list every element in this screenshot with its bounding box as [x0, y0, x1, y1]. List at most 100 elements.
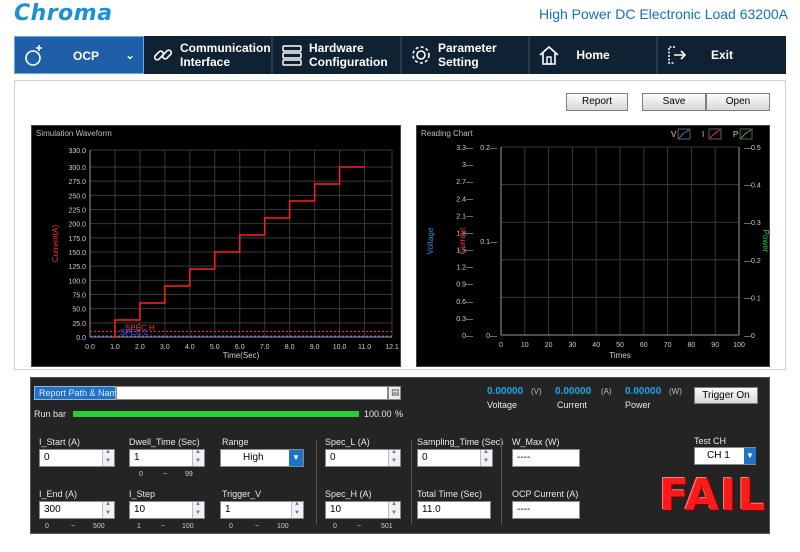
reading-chart: Reading Chart 0 10 20 30 40 50 60 70 80 90 100 —0.5…	[416, 125, 770, 367]
power-tick-label: —0.2	[744, 258, 761, 265]
x-tick-label: 30	[569, 342, 577, 349]
x-tick-label: 60	[640, 342, 648, 349]
nav-hardware-configuration[interactable]: Hardware Configuration	[273, 36, 402, 74]
range-tilde: ~	[71, 523, 76, 530]
i-step-max: 100	[182, 523, 194, 530]
voltage-tick-label: 1.2—	[456, 265, 473, 272]
y-tick-label: 50.0	[72, 307, 86, 314]
y-tick-label: 250.0	[68, 193, 86, 200]
current-tick-label: 0.2—	[480, 145, 497, 152]
range-tilde: ~	[357, 523, 362, 530]
folder-icon: ▤	[391, 387, 400, 397]
folder-browse-button[interactable]: ▤	[388, 386, 401, 400]
dwell-time-min: 0	[139, 471, 143, 478]
result-fail-indicator: FAIL	[659, 470, 767, 521]
spec-l-spinner[interactable]	[388, 449, 400, 466]
power-tick-label: —0.4	[744, 183, 761, 190]
spec-l-label: Spec_L (A)	[325, 437, 370, 447]
x-tick-label: 50	[616, 342, 624, 349]
i-end-max: 500	[93, 523, 105, 530]
total-time-value: 11.0	[417, 501, 491, 519]
y-tick-label: 75.0	[72, 293, 86, 300]
x-tick-label: 11.0	[358, 344, 371, 351]
legend-label: V	[671, 130, 677, 139]
dwell-time-max: 99	[185, 471, 193, 478]
run-bar-unit: %	[395, 409, 404, 419]
run-bar-value: 100.00	[364, 409, 392, 419]
range-tilde: ~	[161, 523, 166, 530]
power-tick-label: —0.3	[744, 220, 761, 227]
sampling-time-label: Sampling_Time (Sec)	[417, 437, 504, 447]
x-tick-label: 80	[688, 342, 696, 349]
y-tick-label: 200.0	[68, 222, 86, 229]
spec-h-max: 501	[381, 523, 393, 530]
voltage-tick-label: 2.7—	[456, 179, 473, 186]
legend-line	[709, 129, 721, 139]
voltage-tick-label: 3.3—	[456, 145, 473, 152]
ocp-current-label: OCP Current (A)	[512, 489, 579, 499]
trigger-v-max: 100	[277, 523, 289, 530]
nav-communication-interface[interactable]: Communication Interface	[144, 36, 273, 74]
link-icon	[153, 49, 173, 61]
y-tick-label: 275.0	[68, 179, 86, 186]
x-tick-label: 40	[592, 342, 600, 349]
sampling-time-spinner[interactable]	[480, 449, 492, 466]
trigger-on-button[interactable]: Trigger On	[694, 387, 758, 404]
x-tick-label: 8.0	[285, 344, 295, 351]
i-step-spinner[interactable]	[192, 501, 204, 518]
x-tick-label: 12.1	[385, 344, 399, 351]
spec-h-min: 0	[333, 523, 337, 530]
open-button[interactable]: Open	[706, 93, 770, 111]
nav-parameter-setting[interactable]: Parameter Setting	[402, 36, 530, 74]
voltage-tick-label: 2.1—	[456, 213, 473, 220]
y-tick-label: 25.0	[72, 321, 86, 328]
x-tick-label: 2.0	[135, 344, 145, 351]
divider	[501, 440, 502, 525]
x-tick-label: 10.0	[333, 344, 347, 351]
voltage-tick-label: 3—	[462, 162, 473, 169]
nav-exit[interactable]: Exit	[658, 36, 786, 74]
run-bar-track	[73, 411, 359, 417]
x-tick-label: 1.0	[110, 344, 120, 351]
power-readout: 0.00000	[625, 386, 662, 397]
dropdown-arrow-icon[interactable]: ▼	[289, 450, 303, 466]
nav-home[interactable]: Home	[530, 36, 658, 74]
range-tilde: ~	[255, 523, 260, 530]
app-title: High Power DC Electronic Load 63200A	[538, 6, 788, 22]
app-window: Chroma High Power DC Electronic Load 632…	[0, 0, 800, 552]
i-start-spinner[interactable]	[102, 449, 114, 466]
trigger-v-min: 0	[229, 523, 233, 530]
gear-icon	[412, 46, 430, 64]
dwell-time-spinner[interactable]	[192, 449, 204, 466]
main-area: Report Save Open Simulation Waveform 330…	[14, 80, 786, 370]
trigger-v-spinner[interactable]	[291, 501, 303, 518]
i-step-min: 1	[137, 523, 141, 530]
save-button[interactable]: Save	[642, 93, 706, 111]
power-axis-label: Power	[761, 230, 769, 253]
spec-l-label: SPEC L	[120, 328, 149, 337]
x-axis-label: Time(Sec)	[223, 351, 260, 360]
x-axis-label: Times	[609, 351, 630, 360]
range-tilde: ~	[163, 471, 168, 478]
spec-h-label: Spec_H (A)	[325, 489, 372, 499]
voltage-readout: 0.00000	[487, 386, 524, 397]
voltage-axis-label: Voltage	[426, 227, 435, 254]
report-path-input[interactable]	[116, 386, 388, 400]
total-time-label: Total Time (Sec)	[417, 489, 483, 499]
power-tick-label: —0.1	[744, 295, 761, 302]
chroma-logo: Chroma	[14, 1, 113, 26]
x-tick-label: 90	[711, 342, 719, 349]
current-label: Current	[557, 400, 588, 410]
voltage-tick-label: 0—	[462, 333, 473, 340]
spec-h-spinner[interactable]	[388, 501, 400, 518]
i-end-spinner[interactable]	[102, 501, 114, 518]
mode-select-button[interactable]: OCP ⌄	[14, 36, 144, 74]
x-tick-label: 0.0	[85, 344, 95, 351]
power-tick-label: —0.5	[744, 145, 761, 152]
reading-plot: 0 10 20 30 40 50 60 70 80 90 100 —0.5 —0.4 —0.3 —0.2 —0…	[426, 128, 769, 360]
current-tick-label: 0.1—	[480, 239, 497, 246]
nav-label: Exit	[710, 48, 733, 62]
y-tick-label: 175.0	[68, 236, 86, 243]
report-button[interactable]: Report	[566, 93, 628, 111]
dropdown-arrow-icon[interactable]: ▼	[744, 448, 756, 464]
